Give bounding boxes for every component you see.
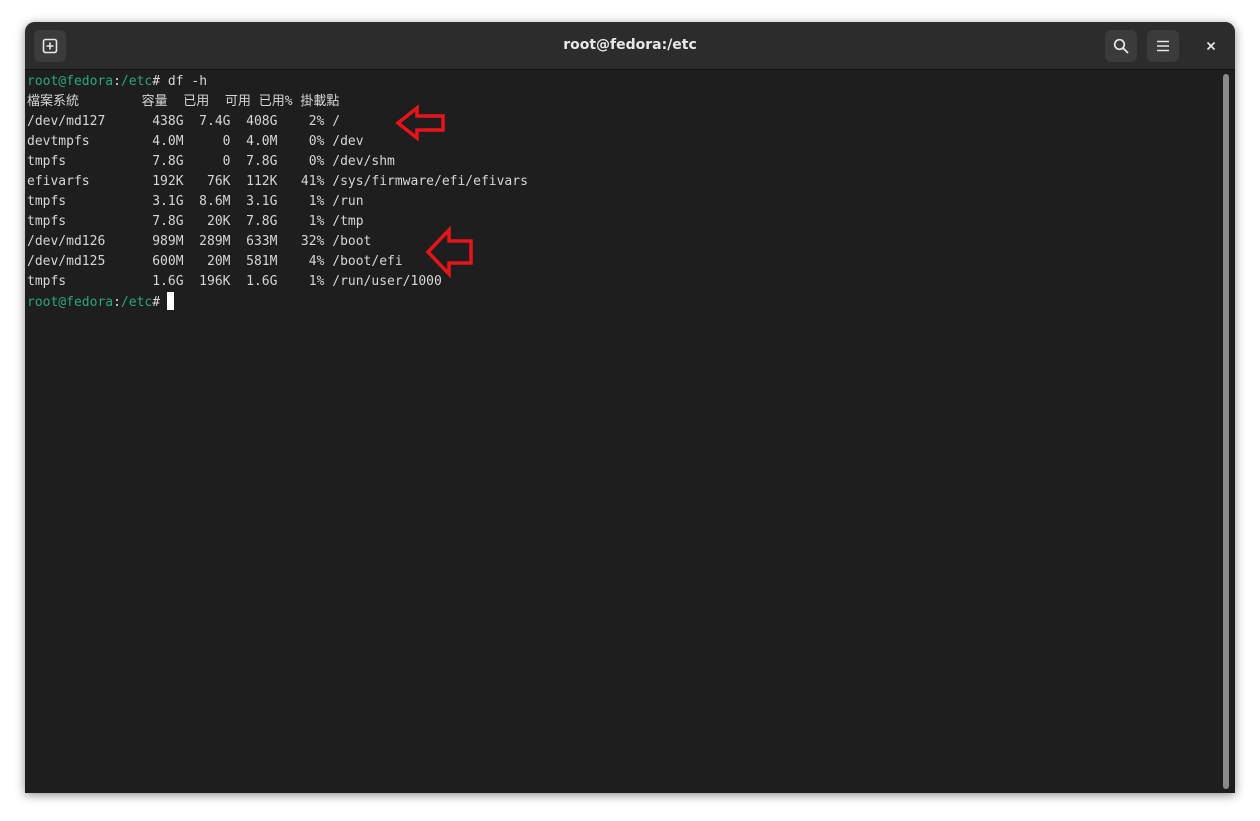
- prompt-symbol: #: [152, 74, 161, 89]
- prompt-separator: :: [113, 295, 121, 310]
- prompt-path: /etc: [120, 74, 153, 89]
- title-bar: root@fedora:/etc: [25, 22, 1235, 70]
- close-button[interactable]: [1195, 30, 1227, 62]
- hamburger-menu-icon: [1157, 40, 1169, 52]
- df-row: tmpfs 7.8G 0 7.8G 0% /dev/shm: [27, 154, 395, 169]
- terminal-window: root@fedora:/etc root@fedora:/etc# df -h…: [25, 22, 1235, 793]
- prompt-line: root@fedora:/etc#: [27, 292, 1220, 312]
- red-arrow-left-icon: [425, 226, 473, 278]
- new-tab-icon: [42, 38, 58, 54]
- prompt-separator: :: [113, 74, 121, 89]
- df-row: tmpfs 1.6G 196K 1.6G 1% /run/user/1000: [27, 274, 442, 289]
- prompt-user-host: root@fedora: [27, 74, 114, 89]
- command-line: root@fedora:/etc# df -h: [27, 72, 1220, 92]
- text-cursor: [167, 292, 175, 310]
- df-row: /dev/md127 438G 7.4G 408G 2% /: [27, 114, 341, 129]
- prompt-symbol: #: [152, 295, 161, 310]
- command-text: df -h: [160, 74, 208, 89]
- df-row: efivarfs 192K 76K 112K 41% /sys/firmware…: [27, 174, 528, 189]
- scrollbar-thumb[interactable]: [1223, 74, 1229, 789]
- main-menu-button[interactable]: [1147, 30, 1179, 62]
- df-header-row: 檔案系統 容量 已用 可用 已用% 掛載點: [27, 94, 340, 109]
- prompt-path: /etc: [120, 295, 153, 310]
- df-row: /dev/md126 989M 289M 633M 32% /boot: [27, 234, 372, 249]
- window-title: root@fedora:/etc: [563, 37, 697, 53]
- df-row: /dev/md125 600M 20M 581M 4% /boot/efi: [27, 254, 403, 269]
- red-arrow-left-icon: [395, 104, 445, 142]
- df-row: tmpfs 7.8G 20K 7.8G 1% /tmp: [27, 214, 364, 229]
- search-button[interactable]: [1105, 30, 1137, 62]
- close-icon: [1206, 41, 1216, 51]
- df-row: tmpfs 3.1G 8.6M 3.1G 1% /run: [27, 194, 364, 209]
- terminal-output[interactable]: root@fedora:/etc# df -h 檔案系統 容量 已用 可用 已用…: [25, 70, 1220, 793]
- search-icon: [1113, 38, 1129, 54]
- vertical-scrollbar[interactable]: [1222, 72, 1232, 790]
- new-tab-button[interactable]: [34, 30, 66, 62]
- df-row: devtmpfs 4.0M 0 4.0M 0% /dev: [27, 134, 364, 149]
- prompt-user-host: root@fedora: [27, 295, 114, 310]
